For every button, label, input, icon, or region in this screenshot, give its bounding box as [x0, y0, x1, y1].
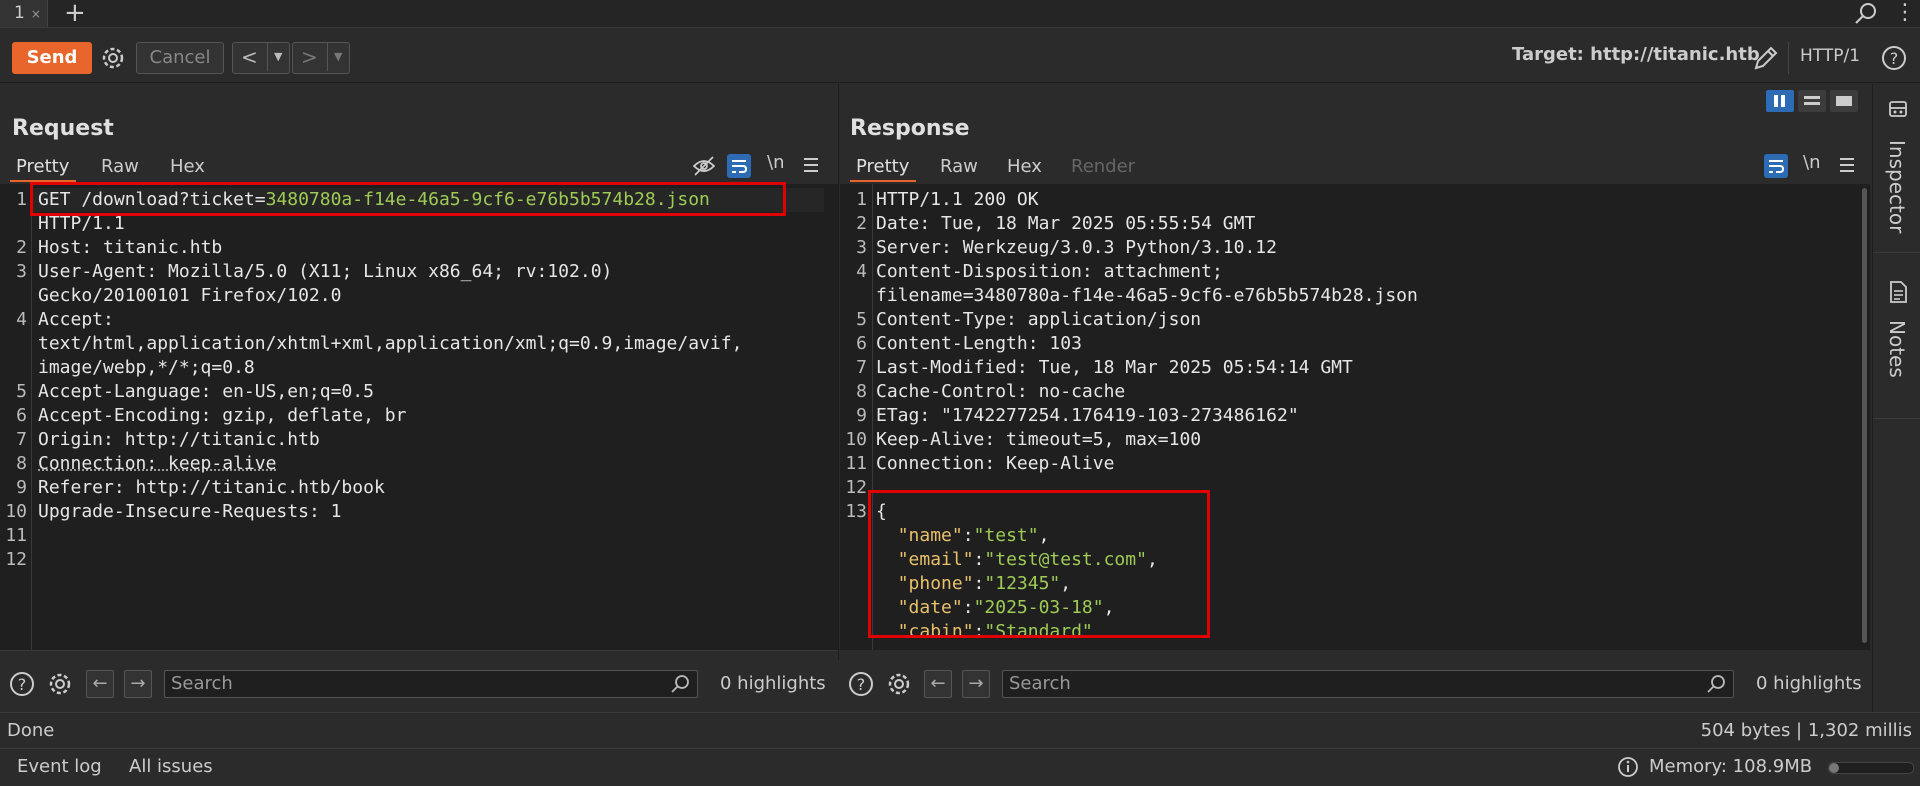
footer-bar: Event log All issues Memory: 108.9MB [0, 748, 1920, 786]
request-search-input[interactable]: Search [164, 670, 698, 698]
svg-text:?: ? [857, 675, 866, 694]
eye-off-icon[interactable] [692, 154, 716, 178]
highlight-box-request-line [30, 182, 786, 216]
notes-tab[interactable]: Notes [1873, 280, 1920, 419]
inspector-label: Inspector [1885, 140, 1909, 233]
newline-toggle-icon[interactable]: \n [767, 152, 784, 173]
help-icon[interactable]: ? [847, 670, 875, 698]
http-version-label[interactable]: HTTP/1 [1800, 46, 1860, 66]
split-layout-button[interactable] [1766, 90, 1794, 112]
request-search-bar [0, 650, 838, 661]
settings-gear-icon[interactable] [46, 670, 74, 698]
line-numbers: 1 2 3 4 5 6 7 8 9 10 11 12 [0, 188, 27, 572]
response-tab-render[interactable]: Render [1071, 156, 1135, 177]
response-highlight-count: 0 highlights [1756, 673, 1862, 694]
memory-usage: Memory: 108.9MB [1649, 756, 1812, 777]
settings-gear-icon[interactable] [885, 670, 913, 698]
response-search-input[interactable]: Search [1002, 670, 1734, 698]
newline-toggle-icon[interactable]: \n [1803, 152, 1820, 173]
request-tab-raw[interactable]: Raw [101, 156, 139, 177]
search-icon [670, 674, 690, 694]
stacked-layout-button[interactable] [1798, 90, 1826, 112]
side-panel: Inspector Notes [1872, 84, 1920, 714]
next-match-button[interactable]: → [124, 670, 152, 698]
response-tab-pretty[interactable]: Pretty [856, 156, 909, 177]
info-icon [1617, 756, 1639, 778]
request-pane: Request Pretty Raw Hex \n 1 2 3 4 5 6 7 … [0, 84, 839, 660]
settings-gear-icon[interactable] [99, 44, 127, 72]
svg-text:?: ? [1890, 49, 1899, 68]
add-tab-button[interactable]: + [64, 0, 86, 28]
help-icon[interactable]: ? [8, 670, 36, 698]
chevron-left-icon: < [241, 43, 258, 71]
notes-icon [1887, 280, 1909, 304]
response-tab-raw[interactable]: Raw [940, 156, 978, 177]
request-code[interactable]: GET /download?ticket=3480780a-f14e-46a5-… [38, 188, 742, 524]
request-tab-hex[interactable]: Hex [170, 156, 205, 177]
pencil-icon[interactable] [1752, 44, 1780, 72]
inspector-icon [1887, 98, 1909, 120]
response-stats: 504 bytes | 1,302 millis [1701, 720, 1912, 741]
response-tab-hex[interactable]: Hex [1007, 156, 1042, 177]
cancel-button[interactable]: Cancel [136, 42, 224, 74]
search-icon [1706, 674, 1726, 694]
memory-bar [1828, 762, 1914, 774]
tab-label: 1 [14, 3, 25, 23]
line-numbers: 1 2 3 4 5 6 7 8 9 10 11 12 13 [840, 188, 867, 524]
request-highlight-count: 0 highlights [720, 673, 826, 694]
tab-1[interactable]: 1 × [0, 0, 48, 27]
all-issues-link[interactable]: All issues [129, 756, 213, 777]
help-icon[interactable]: ? [1880, 44, 1908, 72]
single-layout-button[interactable] [1830, 90, 1858, 112]
request-title: Request [12, 116, 114, 141]
history-back-button[interactable]: < ▼ [232, 42, 290, 74]
menu-icon[interactable] [802, 156, 820, 174]
menu-icon[interactable] [1838, 156, 1856, 174]
history-forward-button[interactable]: > ▼ [292, 42, 350, 74]
wrap-lines-icon[interactable] [727, 154, 751, 178]
vertical-scrollbar[interactable] [1862, 188, 1867, 643]
chevron-down-icon[interactable]: ▼ [267, 43, 282, 71]
highlight-box-json-body [868, 490, 1210, 638]
request-tab-pretty[interactable]: Pretty [16, 156, 69, 177]
event-log-link[interactable]: Event log [17, 756, 102, 777]
chevron-right-icon: > [301, 43, 318, 71]
next-match-button[interactable]: → [962, 670, 990, 698]
tab-close-icon[interactable]: × [31, 7, 41, 21]
notes-label: Notes [1885, 320, 1909, 378]
divider [1788, 42, 1789, 74]
send-button[interactable]: Send [12, 42, 92, 74]
search-icon[interactable] [1854, 2, 1878, 26]
svg-text:?: ? [18, 675, 27, 694]
previous-match-button[interactable]: ← [924, 670, 952, 698]
status-text: Done [7, 720, 54, 741]
more-options-icon[interactable]: ⋮ [1894, 0, 1916, 25]
wrap-lines-icon[interactable] [1764, 154, 1788, 178]
target-label: Target: http://titanic.htb [1512, 44, 1760, 65]
tab-strip [0, 0, 1920, 28]
inspector-tab[interactable]: Inspector [1873, 84, 1920, 253]
active-tab-indicator [850, 180, 916, 182]
chevron-down-icon[interactable]: ▼ [327, 43, 342, 71]
previous-match-button[interactable]: ← [86, 670, 114, 698]
response-pane: Response Pretty Raw Hex Render \n 1 2 3 … [840, 84, 1870, 660]
response-title: Response [850, 116, 970, 141]
status-bar: Done 504 bytes | 1,302 millis [0, 712, 1920, 749]
